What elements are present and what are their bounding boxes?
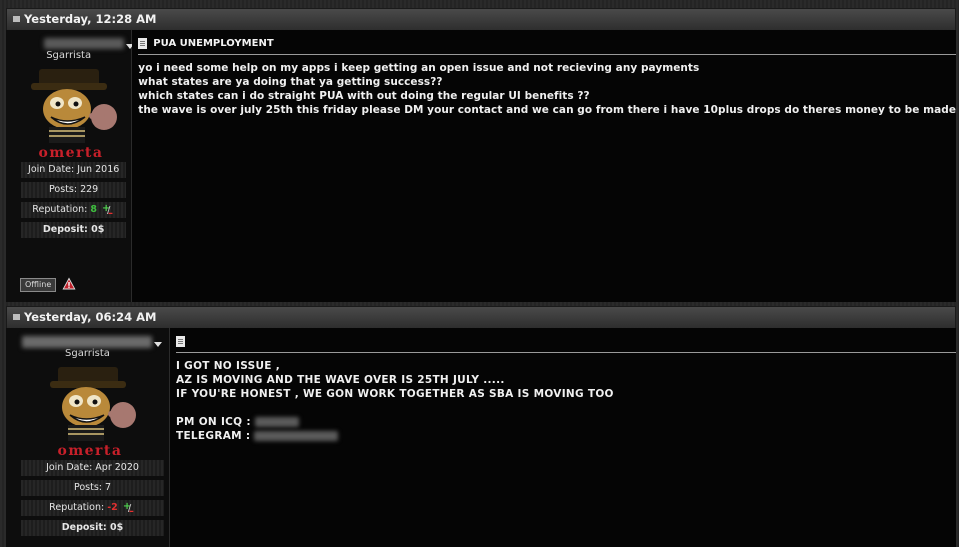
avatar[interactable]: omerta — [9, 67, 129, 162]
post-message: I GOT NO ISSUE , AZ IS MOVING AND THE WA… — [176, 359, 956, 443]
header-bullet-icon — [13, 15, 20, 22]
user-info-panel: Sgarrista omerta Joi — [6, 30, 134, 302]
post-1: Yesterday, 12:28 AM Sgarrista omerta Joi… — [6, 8, 956, 302]
post-body: Sgarrista omerta Joi — [6, 328, 956, 547]
message-line: AZ IS MOVING AND THE WAVE OVER IS 25TH J… — [176, 374, 505, 386]
icq-redacted — [254, 417, 299, 427]
deposit: Deposit: 0$ — [21, 222, 127, 238]
message-line: yo i need some help on my apps i keep ge… — [138, 62, 700, 74]
deposit: Deposit: 0$ — [21, 520, 164, 536]
reputation-label: Reputation: — [32, 204, 88, 215]
post-date: Yesterday, 06:24 AM — [24, 310, 157, 324]
document-icon — [138, 37, 148, 49]
contact-icq-label: PM ON ICQ : — [176, 416, 251, 428]
offline-status-badge: Offline — [20, 277, 57, 292]
post-count: Posts: 229 — [21, 182, 127, 198]
avatar[interactable]: omerta — [28, 365, 148, 460]
join-date: Join Date: Apr 2020 — [21, 460, 164, 476]
message-line: the wave is over july 25th this friday p… — [138, 104, 956, 116]
post-header: Yesterday, 12:28 AM — [6, 8, 956, 31]
avatar-text: omerta — [38, 145, 103, 161]
username-row — [6, 332, 169, 354]
telegram-redacted — [254, 431, 339, 441]
post-date: Yesterday, 12:28 AM — [24, 12, 157, 26]
reputation-row: Reputation: 8 + / – — [21, 202, 127, 219]
document-icon — [176, 335, 185, 347]
user-info-panel: Sgarrista omerta Joi — [6, 328, 170, 547]
user-menu-caret-icon[interactable] — [154, 342, 162, 347]
message-line: what states are ya doing that ya getting… — [138, 76, 443, 88]
contact-telegram-row: TELEGRAM : — [176, 429, 956, 443]
post-content: PUA UNEMPLOYMENT yo i need some help on … — [132, 30, 956, 302]
report-warning-icon[interactable] — [62, 275, 76, 294]
contact-icq-row: PM ON ICQ : — [176, 415, 956, 429]
reputation-label: Reputation: — [49, 502, 105, 513]
reputation-value: 8 — [90, 204, 97, 215]
username-redacted[interactable] — [44, 38, 124, 49]
post-2: Yesterday, 06:24 AM Sgarrista omerta Joi… — [6, 306, 956, 547]
post-title: PUA UNEMPLOYMENT — [153, 37, 274, 49]
post-title-row — [176, 333, 956, 353]
reputation-row: Reputation: -2 + / – — [21, 500, 164, 517]
username-redacted[interactable] — [22, 336, 152, 348]
post-title-row: PUA UNEMPLOYMENT — [138, 35, 956, 55]
message-line: I GOT NO ISSUE , — [176, 360, 280, 372]
contact-telegram-label: TELEGRAM : — [176, 430, 251, 442]
message-line: IF YOU'RE HONEST , WE GON WORK TOGETHER … — [176, 388, 614, 400]
avatar-text: omerta — [57, 443, 122, 459]
post-header: Yesterday, 06:24 AM — [6, 306, 956, 329]
post-body: Sgarrista omerta Joi — [6, 30, 956, 302]
reputation-value: -2 — [107, 502, 118, 513]
status-area: Offline — [20, 275, 76, 294]
post-count: Posts: 7 — [21, 480, 164, 496]
post-content: I GOT NO ISSUE , AZ IS MOVING AND THE WA… — [170, 328, 956, 547]
reputation-icon[interactable]: + / – — [102, 203, 115, 219]
post-message: yo i need some help on my apps i keep ge… — [138, 61, 956, 117]
join-date: Join Date: Jun 2016 — [21, 162, 127, 178]
message-line: which states can i do straight PUA with … — [138, 90, 590, 102]
header-bullet-icon — [13, 313, 20, 320]
reputation-icon[interactable]: + / – — [123, 501, 136, 517]
username-row — [6, 34, 134, 56]
